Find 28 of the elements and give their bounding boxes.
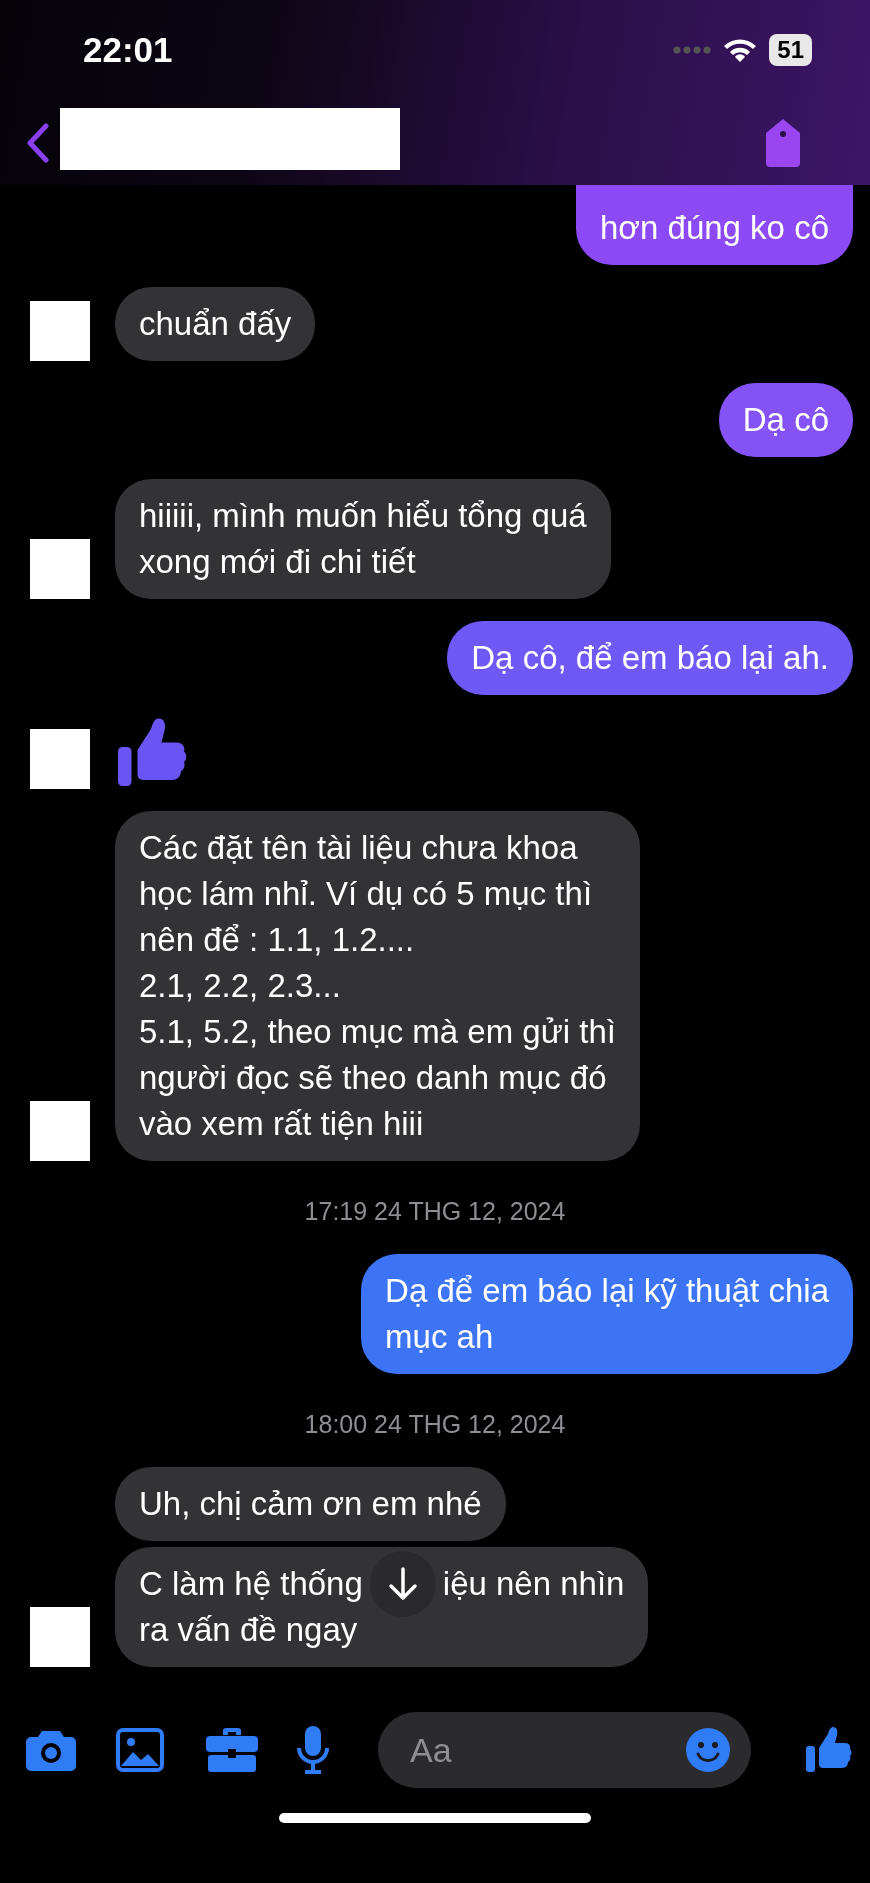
back-icon[interactable] xyxy=(26,122,50,163)
message-bubble: Dạ cô xyxy=(718,383,853,457)
message-input[interactable]: Aa xyxy=(408,1729,685,1771)
battery-level: 51 xyxy=(769,34,812,66)
message-text: C làm hệ thống xyxy=(139,1564,363,1604)
message-bubble: Các đặt tên tài liệu chưa khoa học lám nhỉ. Ví dụ có 5 mục thì nên để : 1.1, 1.2.... 2.1, 2.2, 2.3... 5.1, 5.2, theo mục mà em gửi thì người đọc sẽ theo danh mục đó vào xem rất tiện hiii xyxy=(115,811,640,1161)
camera-icon[interactable] xyxy=(26,1729,76,1771)
tag-icon[interactable] xyxy=(764,118,802,167)
message-bubble: Dạ để em báo lại kỹ thuật chia mục ah xyxy=(361,1254,853,1374)
wifi-icon xyxy=(723,37,758,63)
message-bubble: hiiiii, mình muốn hiểu tổng quá xong mới đi chi tiết xyxy=(115,479,611,599)
down-arrow-icon xyxy=(387,1567,418,1601)
message-bubble: Dạ cô, để em báo lại ah. xyxy=(447,621,853,695)
emoji-icon[interactable] xyxy=(685,1727,731,1773)
signal-icon xyxy=(673,46,712,54)
message-bubble: Uh, chị cảm ơn em nhé xyxy=(115,1467,506,1541)
message-bubble: chuẩn đấy xyxy=(115,287,316,361)
briefcase-icon[interactable] xyxy=(206,1727,258,1773)
message-bubble: hơn đúng ko cô xyxy=(576,185,853,265)
timestamp: 18:00 24 THG 12, 2024 xyxy=(303,1410,566,1439)
message-text: ra vấn đề ngay xyxy=(139,1610,358,1650)
message-text: iệu nên nhìn xyxy=(442,1564,625,1604)
like-button-icon[interactable] xyxy=(804,1726,852,1774)
timestamp: 17:19 24 THG 12, 2024 xyxy=(303,1197,566,1226)
microphone-icon[interactable] xyxy=(296,1726,330,1774)
image-icon[interactable] xyxy=(116,1728,164,1772)
status-time: 22:01 xyxy=(83,30,173,70)
message-field[interactable]: Aa xyxy=(378,1712,751,1788)
